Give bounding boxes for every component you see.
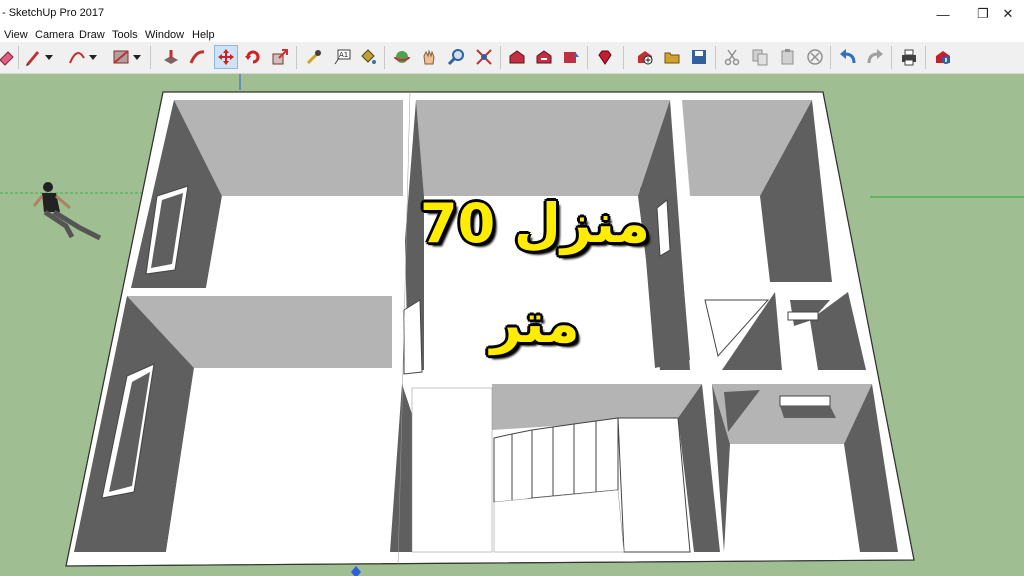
model-info-tool[interactable] [932, 46, 954, 68]
move-icon [218, 49, 234, 65]
follow-me-tool[interactable] [186, 46, 208, 68]
menu-camera[interactable]: Camera [35, 28, 74, 42]
pan-tool[interactable] [418, 46, 440, 68]
close-icon: ✕ [1002, 6, 1014, 21]
print-tool[interactable] [898, 46, 920, 68]
orbit-tool[interactable] [391, 46, 413, 68]
rectangle-dropdown[interactable] [130, 46, 144, 68]
text-icon: A1 [334, 49, 351, 65]
chevron-down-icon [133, 55, 141, 60]
menu-bar: View Camera Draw Tools Window Help [0, 28, 1024, 42]
pencil-tool[interactable] [22, 46, 44, 68]
room-top-left [131, 100, 403, 288]
origin-marker [351, 566, 361, 576]
rectangle-tool[interactable] [110, 46, 132, 68]
eraser-tool[interactable] [0, 46, 18, 68]
arc-tool[interactable] [66, 46, 88, 68]
menu-draw[interactable]: Draw [79, 28, 105, 42]
print-icon [902, 49, 916, 66]
pencil-dropdown[interactable] [42, 46, 56, 68]
move-tool[interactable] [214, 45, 238, 69]
arc-dropdown[interactable] [86, 46, 100, 68]
save-tool[interactable] [688, 46, 710, 68]
cut-icon [724, 49, 740, 66]
main-toolbar: A1 [0, 42, 1024, 74]
orbit-icon [394, 51, 410, 63]
rectangle-icon [113, 50, 129, 64]
rotate-icon [245, 50, 260, 64]
overlay-title-line2: متر [490, 292, 580, 355]
ruby-icon [598, 50, 612, 65]
eraser-icon [0, 51, 14, 66]
room-top-right [682, 100, 832, 282]
paste-tool[interactable] [777, 46, 799, 68]
redo-tool[interactable] [864, 46, 886, 68]
pan-icon [423, 49, 435, 65]
room-stairs [390, 384, 720, 553]
delete-icon [807, 49, 823, 65]
undo-tool[interactable] [837, 46, 859, 68]
zoom-extents-tool[interactable] [473, 46, 495, 68]
text-tool[interactable]: A1 [331, 46, 353, 68]
warehouse-tool[interactable] [506, 46, 528, 68]
cut-tool[interactable] [721, 46, 743, 68]
scale-tool[interactable] [269, 46, 291, 68]
chevron-down-icon [89, 55, 97, 60]
staircase [493, 417, 691, 553]
window-opening [779, 395, 831, 407]
menu-window[interactable]: Window [145, 28, 184, 42]
undo-icon [840, 49, 856, 64]
overlay-title-line1: منزل 70 [420, 192, 650, 255]
new-tool[interactable] [634, 46, 656, 68]
share-model-tool[interactable] [533, 46, 555, 68]
zoom-icon [447, 49, 464, 66]
new-icon [638, 51, 653, 65]
tape-measure-tool[interactable] [303, 46, 325, 68]
minimize-icon: — [936, 6, 950, 22]
title-bar: - SketchUp Pro 2017 — ❐ ✕ [0, 0, 1024, 28]
paste-icon [781, 49, 794, 65]
model-info-icon [936, 51, 950, 64]
open-tool[interactable] [661, 46, 683, 68]
menu-help[interactable]: Help [192, 28, 215, 42]
paint-bucket-icon [361, 49, 376, 64]
room-bottom-right [712, 384, 898, 552]
copy-tool[interactable] [749, 46, 771, 68]
scale-icon [272, 49, 288, 65]
rotate-tool[interactable] [242, 46, 264, 68]
share-model-icon [536, 50, 552, 64]
push-pull-icon [164, 50, 178, 64]
chevron-down-icon [45, 55, 53, 60]
redo-icon [867, 49, 883, 64]
delete-tool[interactable] [804, 46, 826, 68]
zoom-tool[interactable] [445, 46, 467, 68]
zoom-extents-icon [476, 49, 492, 65]
svg-text:A1: A1 [339, 51, 348, 59]
restore-icon: ❐ [977, 6, 989, 21]
menu-tools[interactable]: Tools [112, 28, 138, 42]
open-icon [664, 52, 680, 64]
extension-warehouse-icon [564, 52, 579, 63]
scale-figure [32, 182, 102, 241]
push-pull-tool[interactable] [160, 46, 182, 68]
follow-me-icon [189, 50, 205, 64]
tape-measure-icon [306, 50, 321, 65]
ruby-console-tool[interactable] [594, 46, 616, 68]
paint-bucket-tool[interactable] [357, 46, 379, 68]
pencil-icon [26, 51, 39, 66]
window-title: - SketchUp Pro 2017 [2, 7, 105, 19]
extension-warehouse-tool[interactable] [560, 46, 582, 68]
room-bottom-left [74, 296, 392, 552]
window-opening [787, 311, 819, 321]
arc-icon [69, 52, 85, 64]
close-button[interactable]: ✕ [992, 0, 1024, 28]
save-icon [692, 50, 706, 64]
copy-icon [752, 49, 768, 66]
warehouse-icon [509, 50, 525, 64]
drawing-viewport[interactable]: منزل 70 متر [0, 74, 1024, 576]
menu-view[interactable]: View [4, 28, 28, 42]
